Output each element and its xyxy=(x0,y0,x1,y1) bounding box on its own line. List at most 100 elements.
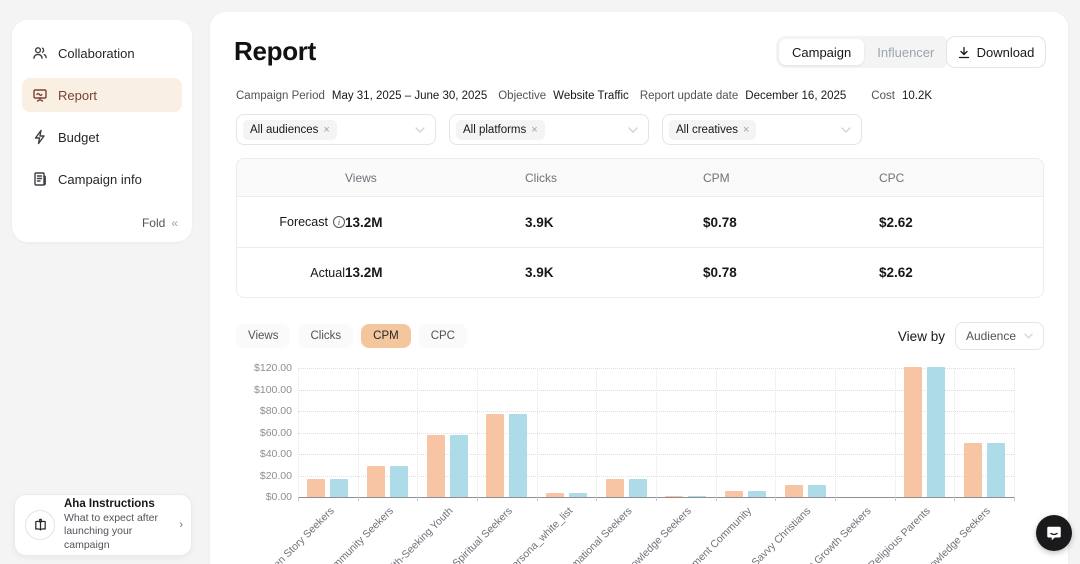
bar-forecast xyxy=(367,466,385,497)
x-axis-category-label: Knowledge Seekers xyxy=(918,505,993,564)
x-axis-category-label: Faith-Seeking Youth xyxy=(381,505,456,564)
y-axis-tick-label: $20.00 xyxy=(232,470,292,482)
column-header-views: Views xyxy=(345,171,525,185)
table-row-forecast: Forecast i 13.2M 3.9K $0.78 $2.62 xyxy=(237,197,1043,247)
aha-title: Aha Instructions xyxy=(64,498,170,510)
x-axis-tick xyxy=(716,497,717,501)
sidebar-item-label: Collaboration xyxy=(58,46,135,61)
bar-actual xyxy=(390,466,408,497)
audience-filter-select[interactable]: All audiences × xyxy=(236,114,436,145)
creative-filter-select[interactable]: All creatives × xyxy=(662,114,862,145)
y-axis-tick-label: $120.00 xyxy=(232,362,292,374)
x-axis-tick xyxy=(895,497,896,501)
bar-actual xyxy=(629,479,647,497)
bar-actual xyxy=(987,443,1005,497)
fold-label: Fold xyxy=(142,216,165,230)
chip-label: All platforms xyxy=(463,124,526,136)
x-axis-line xyxy=(298,497,1014,498)
remove-chip-icon[interactable]: × xyxy=(323,124,329,136)
x-axis-tick xyxy=(298,497,299,501)
gridline xyxy=(298,411,1014,412)
chip-label: All audiences xyxy=(250,124,318,136)
meta-value: Website Traffic xyxy=(553,90,629,102)
x-axis-tick xyxy=(835,497,836,501)
download-icon xyxy=(958,46,970,59)
platform-filter-select[interactable]: All platforms × xyxy=(449,114,649,145)
view-by-value: Audience xyxy=(966,329,1016,343)
bar-actual xyxy=(450,435,468,497)
x-axis-tick xyxy=(596,497,597,501)
gridline xyxy=(298,368,299,497)
gridline xyxy=(358,368,359,497)
sidebar-item-label: Campaign info xyxy=(58,172,142,187)
filter-chip: All creatives × xyxy=(669,120,756,140)
aha-subtitle: What to expect after launching your camp… xyxy=(64,512,170,553)
gridline xyxy=(298,476,1014,477)
gridline xyxy=(596,368,597,497)
chip-label: All creatives xyxy=(676,124,738,136)
meta-label: Campaign Period xyxy=(236,90,325,102)
actual-clicks: 3.9K xyxy=(525,265,703,280)
tab-cpc[interactable]: CPC xyxy=(419,324,467,348)
column-header-cpm: CPM xyxy=(703,171,879,185)
x-axis-tick xyxy=(954,497,955,501)
forecast-views: 13.2M xyxy=(345,215,525,230)
gridline xyxy=(298,368,1014,369)
bar-forecast xyxy=(606,479,624,497)
chevron-down-icon xyxy=(841,127,851,133)
actual-cpm: $0.78 xyxy=(703,265,879,280)
tab-campaign[interactable]: Campaign xyxy=(779,39,864,65)
budget-icon xyxy=(32,129,48,145)
gridline xyxy=(298,433,1014,434)
filter-chip: All platforms × xyxy=(456,120,545,140)
gridline xyxy=(477,368,478,497)
x-axis-tick xyxy=(477,497,478,501)
info-icon[interactable]: i xyxy=(333,216,345,228)
view-by-label: View by xyxy=(898,329,945,344)
filter-row: All audiences × All platforms × All crea… xyxy=(236,114,862,145)
table-header-row: Views Clicks CPM CPC xyxy=(237,159,1043,197)
actual-cpc: $2.62 xyxy=(879,265,1044,280)
aha-instructions-card[interactable]: Aha Instructions What to expect after la… xyxy=(14,494,192,556)
y-axis-tick-label: $40.00 xyxy=(232,448,292,460)
aha-text: Aha Instructions What to expect after la… xyxy=(64,498,170,553)
sidebar-item-campaign-info[interactable]: Campaign info xyxy=(22,162,182,196)
download-button[interactable]: Download xyxy=(946,36,1046,68)
view-by-select[interactable]: Audience xyxy=(955,322,1044,350)
remove-chip-icon[interactable]: × xyxy=(743,124,749,136)
gridline xyxy=(537,368,538,497)
gridline xyxy=(656,368,657,497)
tab-clicks[interactable]: Clicks xyxy=(298,324,353,348)
x-axis-tick xyxy=(1014,497,1015,501)
x-axis-tick xyxy=(656,497,657,501)
x-axis-tick xyxy=(358,497,359,501)
x-axis-tick xyxy=(775,497,776,501)
bar-forecast xyxy=(486,414,504,497)
chat-launcher-button[interactable] xyxy=(1036,515,1072,551)
summary-table: Views Clicks CPM CPC Forecast i 13.2M 3.… xyxy=(236,158,1044,298)
chart-metric-tabs: Views Clicks CPM CPC xyxy=(236,324,467,348)
tab-views[interactable]: Views xyxy=(236,324,290,348)
meta-label: Report update date xyxy=(640,90,738,102)
fold-sidebar-button[interactable]: Fold « xyxy=(142,216,176,230)
bar-forecast xyxy=(904,367,922,497)
tab-influencer[interactable]: Influencer xyxy=(864,39,947,65)
x-axis-category-label: Religious Parents xyxy=(866,505,933,564)
x-axis-category-label: _persona_white_list xyxy=(501,505,575,564)
tab-cpm[interactable]: CPM xyxy=(361,324,411,348)
sidebar-item-budget[interactable]: Budget xyxy=(22,120,182,154)
meta-value: 10.2K xyxy=(902,90,932,102)
sidebar-item-collaboration[interactable]: Collaboration xyxy=(22,36,182,70)
sidebar: Collaboration Report Budget Campaign inf… xyxy=(12,20,192,242)
x-axis-category-label: Community Seekers xyxy=(321,505,396,564)
x-axis-category-label: Engagement Community xyxy=(664,505,754,564)
gridline xyxy=(835,368,836,497)
x-axis-category-label: Spiritual Seekers xyxy=(451,505,516,564)
sidebar-item-report[interactable]: Report xyxy=(22,78,182,112)
report-type-toggle: Campaign Influencer xyxy=(776,36,950,68)
column-header-clicks: Clicks xyxy=(525,171,703,185)
bar-forecast xyxy=(427,435,445,497)
remove-chip-icon[interactable]: × xyxy=(531,124,537,136)
bar-forecast xyxy=(546,493,564,497)
chevron-down-icon xyxy=(1024,333,1033,339)
